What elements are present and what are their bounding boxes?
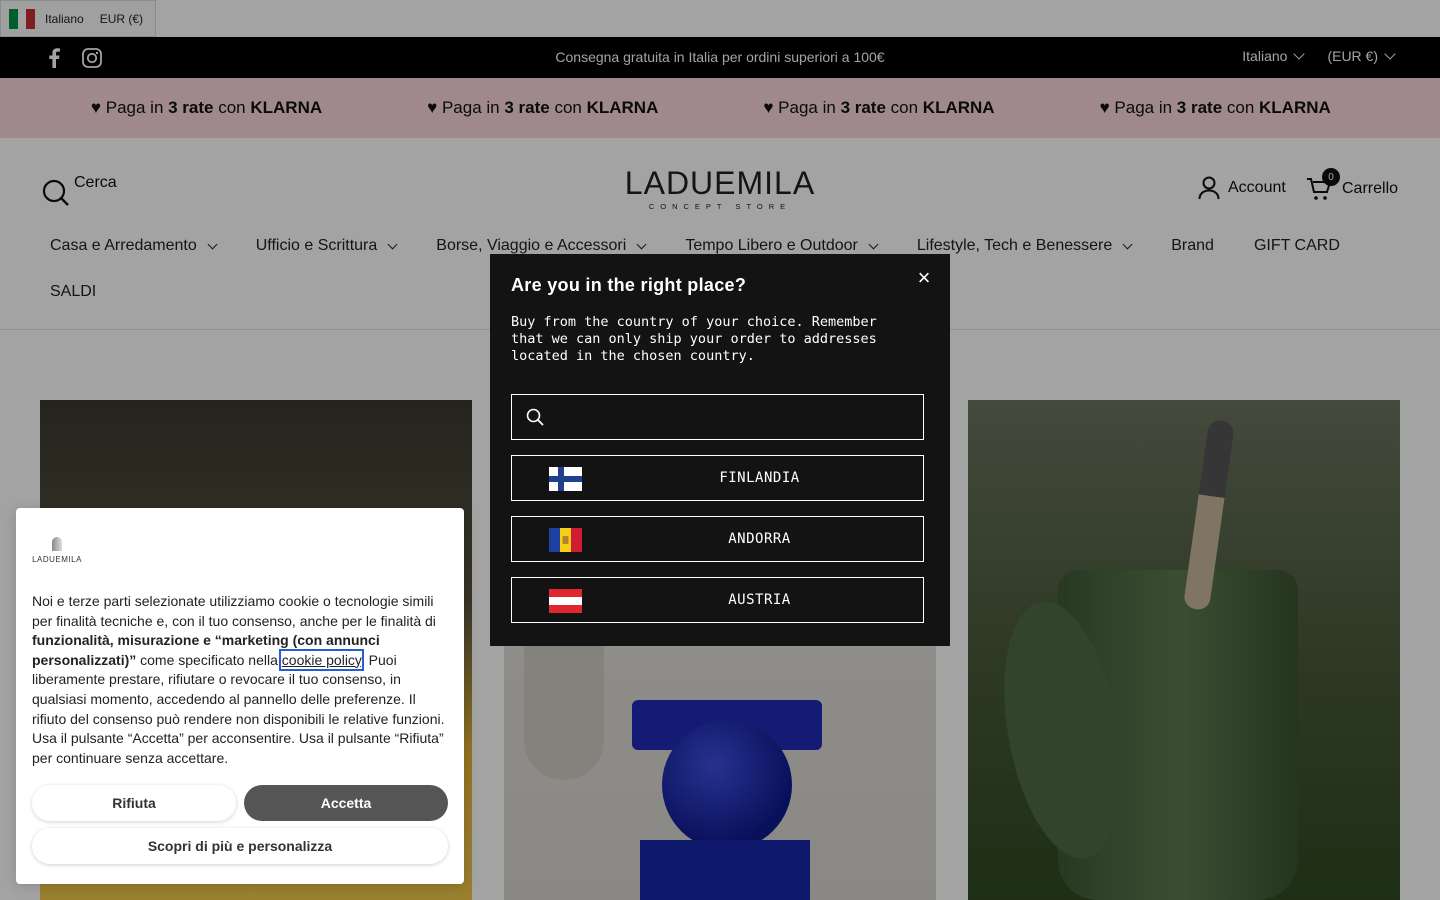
modal-description: Buy from the country of your choice. Rem…	[511, 314, 877, 364]
country-option-finlandia[interactable]: FINLANDIA	[511, 455, 924, 501]
cookie-text: Noi e terze parti selezionate utilizziam…	[32, 592, 448, 768]
cookie-text-part: Noi e terze parti selezionate utilizziam…	[32, 593, 436, 629]
close-icon[interactable]: ×	[914, 267, 934, 289]
country-selector-modal: Are you in the right place? × Buy from t…	[490, 254, 950, 646]
country-option-andorra[interactable]: ANDORRA	[511, 516, 924, 562]
country-search-input[interactable]	[554, 409, 894, 425]
cookie-banner: LADUEMILA Noi e terze parti selezionate …	[16, 508, 464, 884]
search-icon	[526, 408, 544, 426]
andorra-flag-icon	[549, 528, 582, 552]
cookie-text-part: . Puoi liberamente prestare, rifiutare o…	[32, 651, 445, 766]
cookie-text-part: come specificato nella	[136, 651, 282, 668]
customize-button[interactable]: Scopri di più e personalizza	[32, 828, 448, 864]
logo-mark-icon	[52, 537, 62, 551]
country-search-field[interactable]	[511, 394, 924, 440]
modal-title: Are you in the right place?	[511, 275, 747, 295]
cookie-policy-link[interactable]: cookie policy	[278, 648, 364, 671]
accept-button[interactable]: Accetta	[244, 785, 448, 821]
cookie-buttons: Rifiuta Accetta	[32, 785, 448, 821]
cookie-banner-logo: LADUEMILA	[32, 524, 82, 564]
cookie-logo-text: LADUEMILA	[32, 555, 82, 564]
finland-flag-icon	[549, 467, 582, 491]
reject-button[interactable]: Rifiuta	[32, 785, 236, 821]
austria-flag-icon	[549, 589, 582, 613]
country-option-austria[interactable]: AUSTRIA	[511, 577, 924, 623]
